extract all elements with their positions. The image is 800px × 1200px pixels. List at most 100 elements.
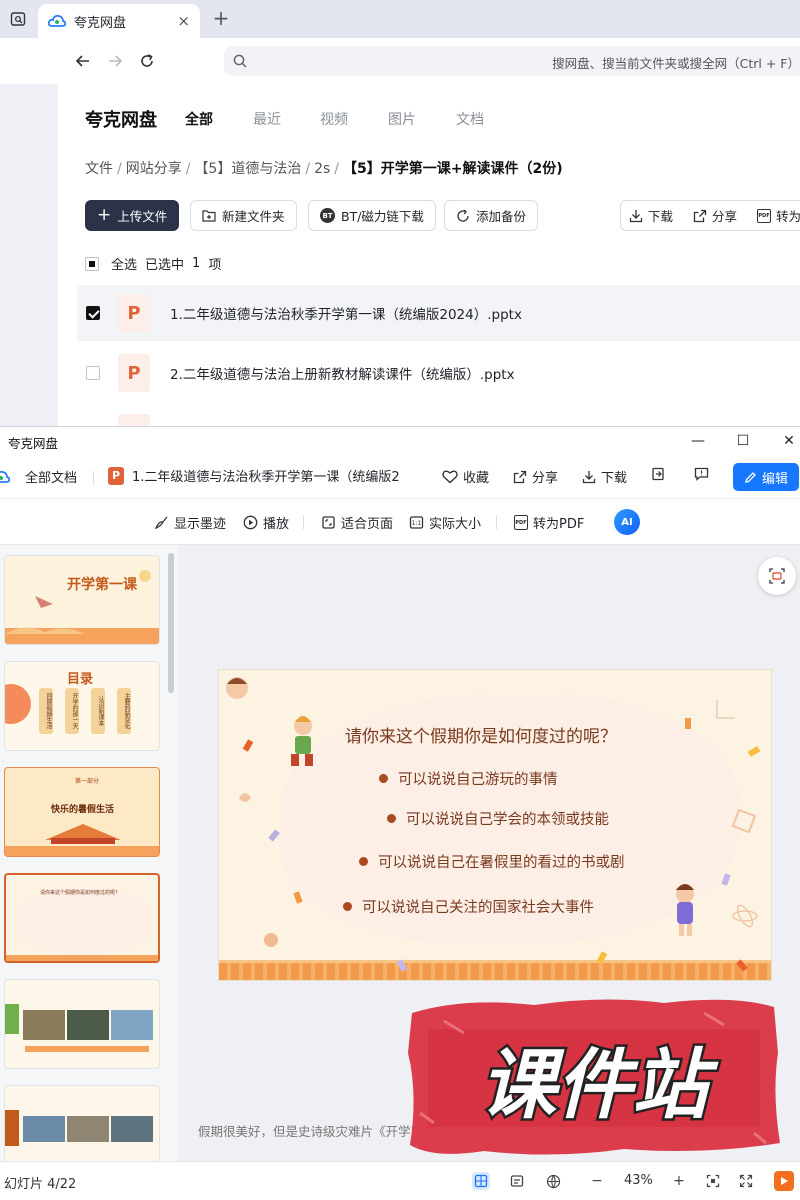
heart-icon [442, 470, 458, 484]
drive-brand: 夸克网盘 [85, 110, 157, 131]
new-folder-button[interactable]: 新建文件夹 [190, 200, 297, 231]
download-button[interactable]: 下载 [629, 200, 673, 231]
slideshow-play-button[interactable] [774, 1171, 794, 1191]
fullscreen-button[interactable] [737, 1172, 755, 1190]
tab-recent[interactable]: 最近 [253, 109, 281, 129]
browser-tab-active[interactable]: 夸克网盘 × [38, 4, 200, 38]
actual-size-button[interactable]: 1:1 实际大小 [409, 513, 481, 532]
ai-assistant-button[interactable]: AI [614, 509, 640, 535]
slide-stage: 请你来这个假期你是如何度过的呢？ 可以说说自己游玩的事情 可以说说自己学会的本领… [178, 545, 800, 1161]
tab-documents[interactable]: 文档 [456, 109, 484, 129]
slide-bullet: 可以说说自己关注的国家社会大事件 [343, 896, 594, 917]
share-label: 分享 [712, 209, 738, 224]
file-name[interactable]: 1.二年级道德与法治秋季开学第一课（统编版2024）.pptx [170, 303, 522, 323]
favorite-button[interactable]: 收藏 [442, 467, 489, 486]
share-button[interactable]: 分享 [693, 200, 737, 231]
thumbnail-photo [111, 1116, 153, 1142]
watermark-stamp: 课件站 [408, 999, 780, 1155]
viewer-download-button[interactable]: 下载 [582, 467, 627, 486]
back-button[interactable] [72, 50, 94, 72]
current-file-title: 1.二年级道德与法治秋季开学第一课（统编版2 [132, 470, 400, 485]
share-icon [513, 470, 527, 483]
slide-thumbnail-2[interactable]: 目录 回顾假期生活 开学的那一天 认识新课本 主要的新变化 [4, 661, 160, 751]
tab-search-button[interactable] [6, 8, 30, 30]
close-button[interactable]: ✕ [779, 431, 799, 451]
thumbnail-floor-shape [6, 955, 158, 961]
quark-cloud-icon [0, 470, 10, 483]
upload-button[interactable]: + 上传文件 [85, 200, 180, 231]
convert-button[interactable]: PDF 转为 [757, 200, 800, 231]
language-button[interactable] [544, 1172, 562, 1190]
tab-close-icon[interactable]: × [177, 12, 190, 30]
slide-bullet-text: 可以说说自己在暑假里的看过的书或剧 [378, 855, 625, 871]
tab-video[interactable]: 视频 [320, 109, 348, 129]
breadcrumb-current: 【5】开学第一课+解读课件（2份) [343, 161, 563, 177]
file-row[interactable] [77, 405, 800, 426]
breadcrumb-item[interactable]: 网站分享 [126, 161, 182, 177]
file-name[interactable]: 2.二年级道德与法治上册新教材解读课件（统编版）.pptx [170, 363, 515, 383]
viewer-share-button[interactable]: 分享 [513, 467, 558, 486]
thumbnail-scrollbar[interactable] [168, 553, 174, 693]
bt-download-button[interactable]: BT BT/磁力链下载 [308, 200, 436, 231]
breadcrumb-separator: / [334, 161, 339, 177]
notes-view-button[interactable] [508, 1172, 526, 1190]
thumbnail-photo [23, 1010, 65, 1040]
fit-page-button[interactable]: 适合页面 [321, 513, 393, 532]
file-checkbox[interactable] [86, 306, 100, 320]
drive-left-strip [0, 84, 58, 426]
zoom-in-button[interactable]: + [670, 1172, 688, 1190]
bt-icon: BT [320, 208, 335, 223]
search-icon [233, 54, 247, 68]
new-tab-button[interactable]: + [210, 6, 232, 30]
show-ink-button[interactable]: 显示墨迹 [154, 513, 226, 532]
share-icon [693, 209, 707, 222]
play-button[interactable]: 播放 [243, 513, 289, 532]
breadcrumb-separator: / [117, 161, 122, 177]
slide-thumbnail-5[interactable] [4, 979, 160, 1069]
to-pdf-button[interactable]: PDF 转为PDF [514, 513, 584, 532]
breadcrumb-item[interactable]: 【5】道德与法治 [194, 161, 301, 177]
zoom-out-button[interactable]: − [588, 1172, 606, 1190]
file-row[interactable]: P 1.二年级道德与法治秋季开学第一课（统编版2024）.pptx [77, 285, 800, 341]
bullet-dot [343, 902, 352, 911]
fit-screen-button[interactable] [704, 1172, 722, 1190]
slide-thumbnail-4[interactable]: 请你来这个假期你是如何度过的呢？ [4, 873, 160, 963]
minimize-button[interactable]: — [688, 431, 708, 451]
file-row[interactable]: P 2.二年级道德与法治上册新教材解读课件（统编版）.pptx [77, 345, 800, 401]
edit-button[interactable]: 编辑 [733, 463, 799, 491]
selected-suffix: 项 [208, 258, 222, 273]
feedback-button[interactable] [694, 467, 709, 481]
bullet-dot [379, 774, 388, 783]
zoom-level[interactable]: 43% [624, 1173, 653, 1188]
add-backup-button[interactable]: 添加备份 [444, 200, 539, 231]
slide-thumbnail-3[interactable]: 第一部分 快乐的暑假生活 [4, 767, 160, 857]
breadcrumb-item[interactable]: 文件 [85, 161, 113, 177]
tab-all[interactable]: 全部 [185, 109, 213, 129]
forward-button[interactable] [104, 50, 126, 72]
feedback-icon [694, 467, 709, 481]
breadcrumb-item[interactable]: 2s [314, 161, 330, 177]
slide-thumbnail-1[interactable]: 开学第一课 [4, 555, 160, 645]
select-all-checkbox[interactable] [85, 256, 99, 271]
slide-question: 请你来这个假期你是如何度过的呢？ [345, 727, 617, 747]
thumbnail-view-button[interactable] [472, 1172, 490, 1190]
tab-images[interactable]: 图片 [388, 109, 416, 129]
breadcrumb: 文件 / 网站分享 / 【5】道德与法治/2s / 【5】开学第一课+解读课件（2份) [85, 158, 563, 178]
maximize-button[interactable]: ☐ [733, 431, 753, 451]
confetti-shape [685, 718, 691, 729]
convert-label: 转为 [776, 209, 800, 224]
all-documents-link[interactable]: 全部文档 [0, 467, 77, 486]
slide-thumbnail-6[interactable] [4, 1085, 160, 1161]
slide-bullet: 可以说说自己学会的本领或技能 [387, 808, 609, 829]
thumbnail-menu-item: 主要的新变化 [117, 688, 131, 734]
reload-button[interactable] [136, 50, 158, 72]
pdf-icon: PDF [757, 208, 771, 223]
file-checkbox[interactable] [86, 366, 100, 380]
floating-pdf-button[interactable] [758, 557, 796, 595]
address-bar[interactable]: 搜网盘、搜当前文件夹或搜全网（Ctrl + F） [224, 46, 800, 76]
select-all-label[interactable]: 全选 [111, 254, 137, 273]
slide-bullet-text: 可以说说自己学会的本领或技能 [406, 812, 609, 828]
notes-icon [510, 1175, 524, 1187]
selected-count: 1 [192, 256, 201, 271]
open-external-button[interactable] [651, 467, 665, 481]
